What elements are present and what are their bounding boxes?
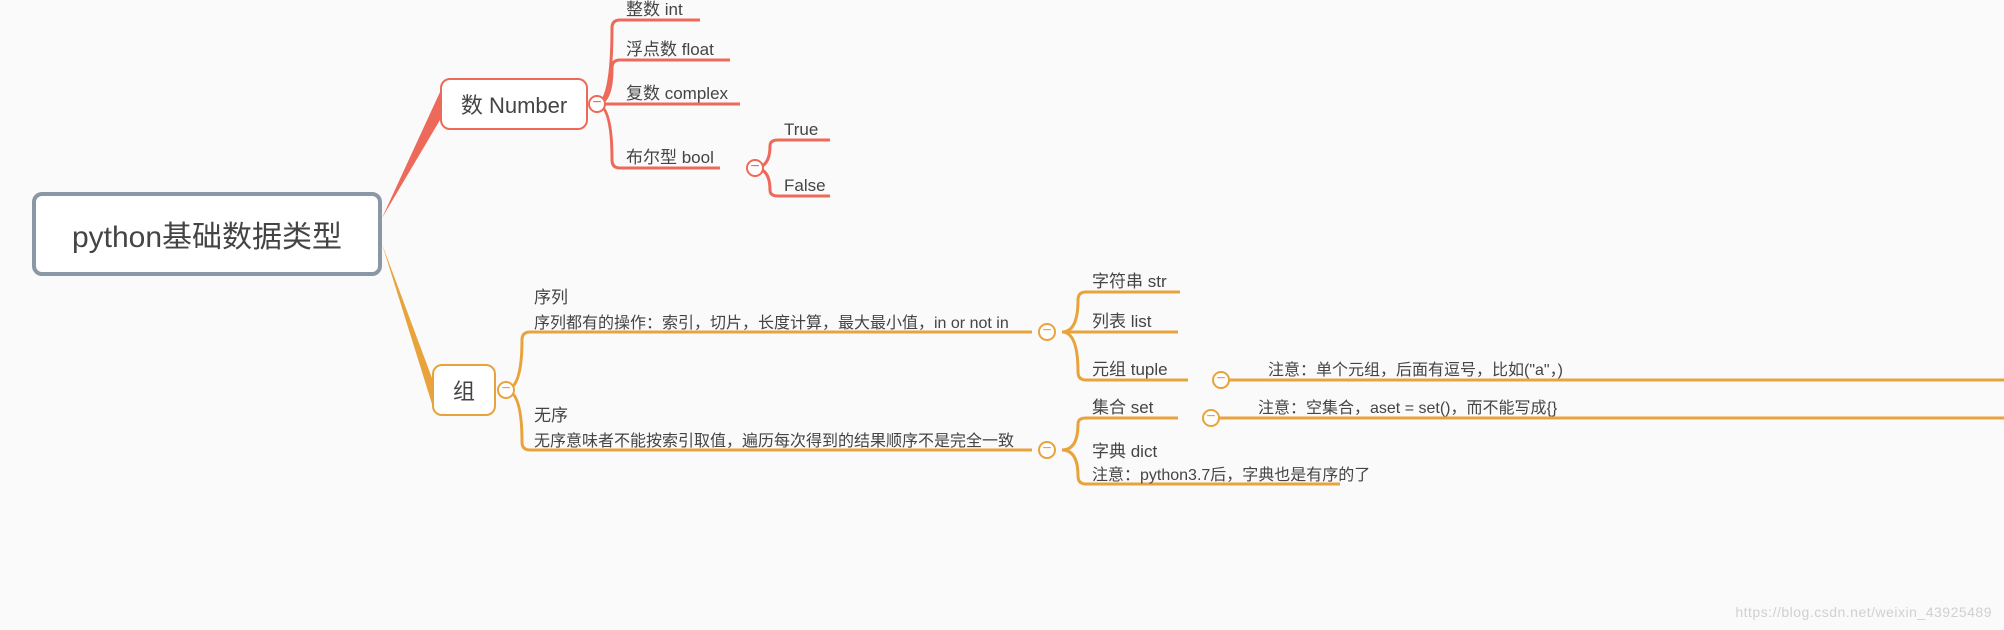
node-number-label: 数 Number: [461, 88, 567, 120]
leaf-tuple-note: 注意：单个元组，后面有逗号，比如("a"，): [1268, 359, 1563, 382]
leaf-set[interactable]: 集合 set: [1092, 396, 1153, 421]
leaf-float[interactable]: 浮点数 float: [626, 38, 714, 63]
collapse-set[interactable]: −: [1202, 409, 1220, 427]
root-label: python基础数据类型: [72, 212, 342, 256]
leaf-unordered-desc: 无序意味者不能按索引取值，遍历每次得到的结果顺序不是完全一致: [534, 430, 1014, 453]
node-group-label: 组: [453, 374, 475, 406]
node-number[interactable]: 数 Number: [440, 78, 588, 130]
leaf-dict[interactable]: 字典 dict: [1092, 440, 1157, 465]
collapse-group[interactable]: −: [497, 381, 515, 399]
leaf-false[interactable]: False: [784, 174, 826, 199]
leaf-sequence-title[interactable]: 序列: [534, 286, 568, 311]
collapse-number[interactable]: −: [588, 95, 606, 113]
leaf-set-note: 注意：空集合，aset = set()，而不能写成{}: [1258, 397, 1557, 420]
leaf-sequence-desc: 序列都有的操作：索引，切片，长度计算，最大最小值，in or not in: [534, 312, 1009, 335]
leaf-complex[interactable]: 复数 complex: [626, 82, 728, 107]
leaf-tuple[interactable]: 元组 tuple: [1092, 358, 1168, 383]
leaf-list[interactable]: 列表 list: [1092, 310, 1152, 335]
leaf-bool[interactable]: 布尔型 bool: [626, 146, 714, 171]
root-node[interactable]: python基础数据类型: [32, 192, 382, 276]
leaf-dict-note: 注意：python3.7后，字典也是有序的了: [1092, 464, 1370, 487]
leaf-str[interactable]: 字符串 str: [1092, 270, 1167, 295]
collapse-sequence[interactable]: −: [1038, 323, 1056, 341]
leaf-true[interactable]: True: [784, 118, 818, 143]
collapse-tuple[interactable]: −: [1212, 371, 1230, 389]
leaf-unordered-title[interactable]: 无序: [534, 404, 568, 429]
watermark: https://blog.csdn.net/weixin_43925489: [1735, 604, 1992, 620]
node-group[interactable]: 组: [432, 364, 496, 416]
leaf-int[interactable]: 整数 int: [626, 0, 683, 23]
collapse-bool[interactable]: −: [746, 159, 764, 177]
collapse-unordered[interactable]: −: [1038, 441, 1056, 459]
